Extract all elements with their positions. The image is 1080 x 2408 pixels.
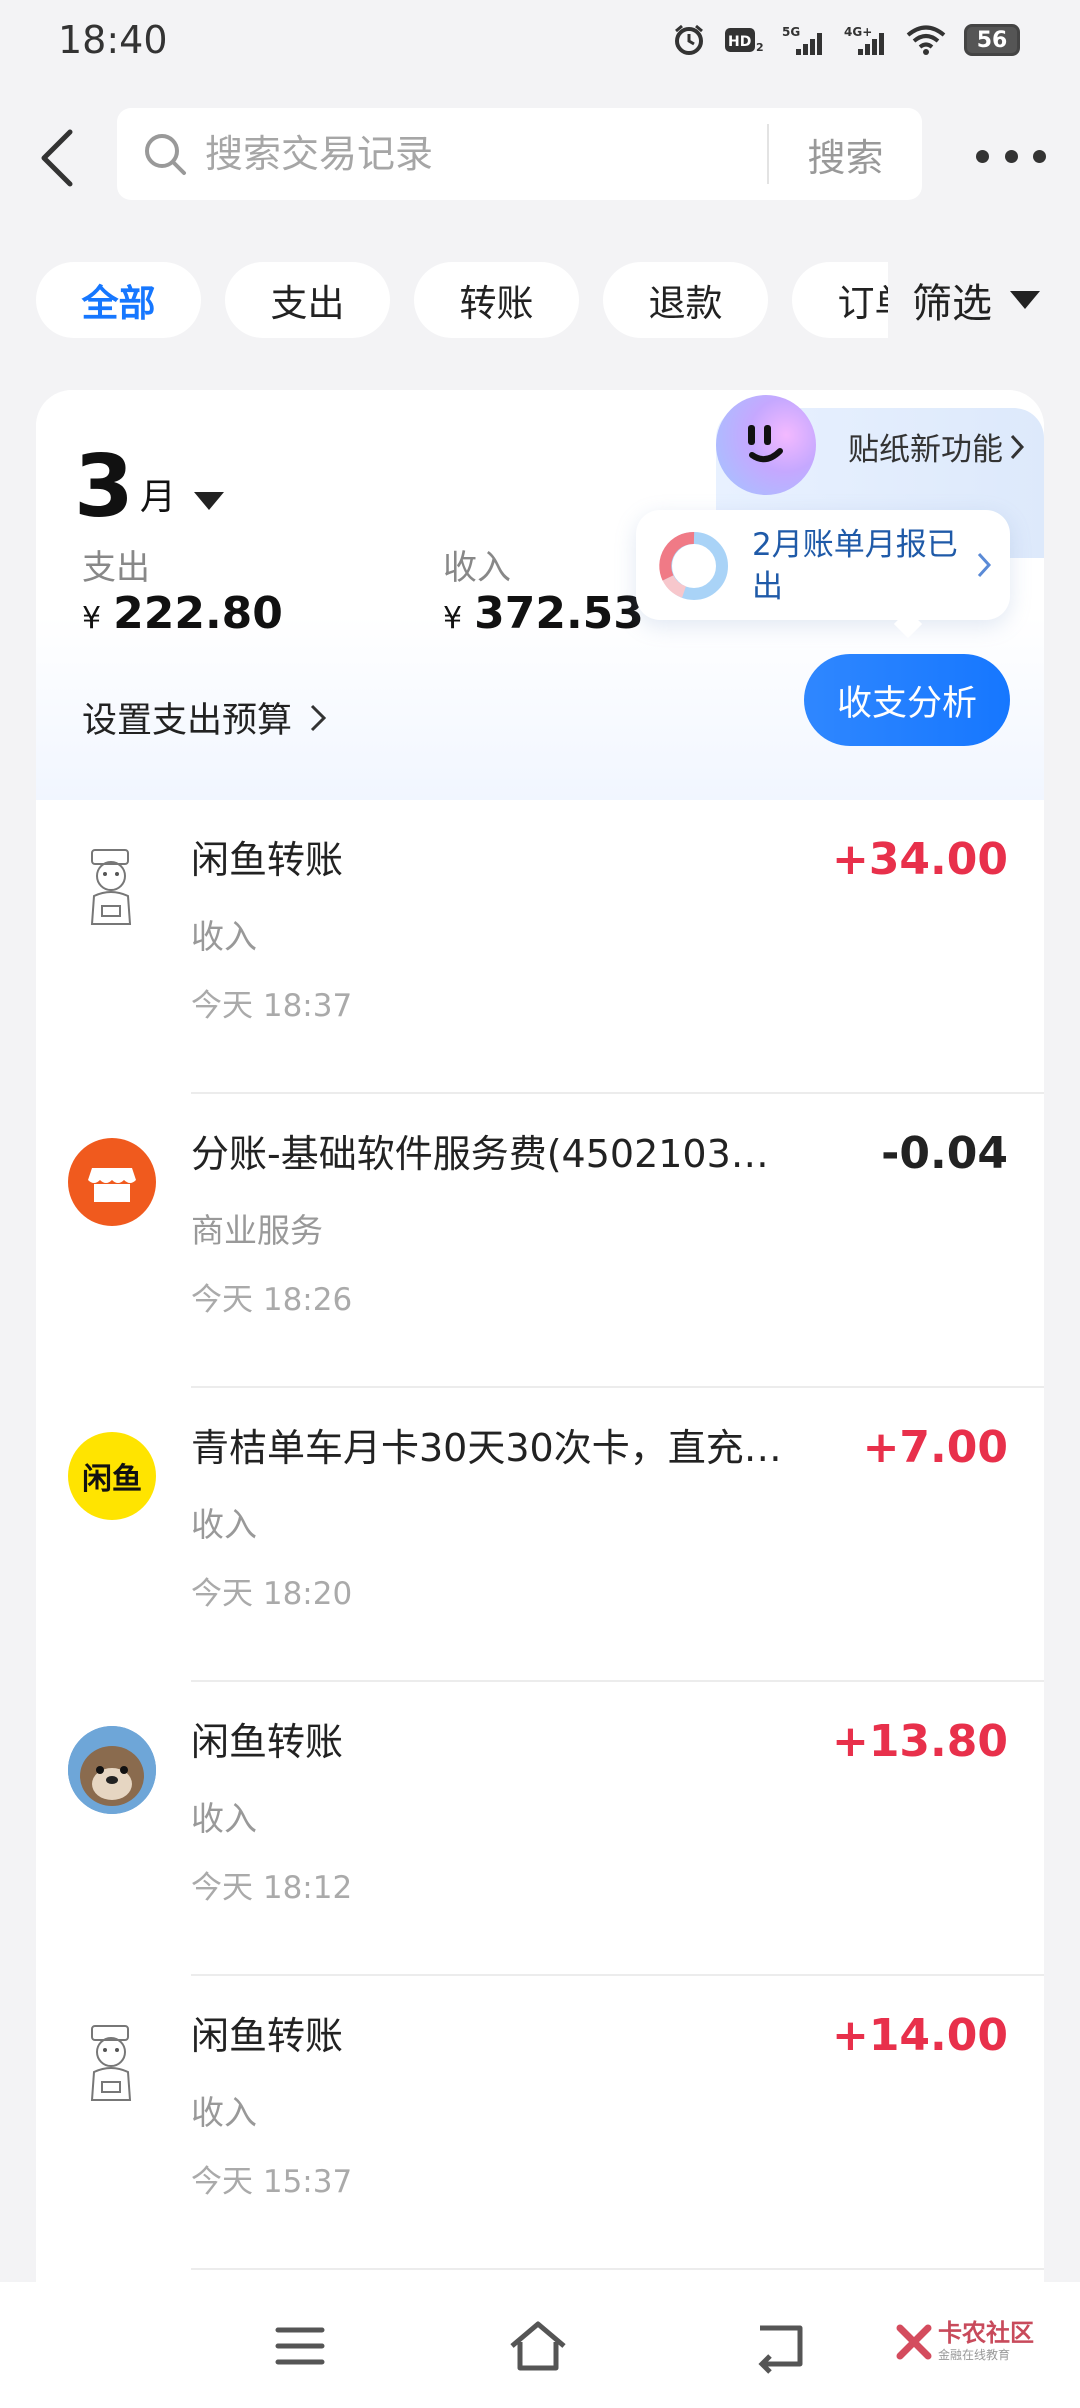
transaction-amount: +7.00 <box>862 1422 1008 1473</box>
svg-text:4G+: 4G+ <box>844 25 872 39</box>
system-nav-bar: 卡农社区 金融在线教育 <box>0 2282 1080 2408</box>
summary-section: 贴纸新功能 3 月 支出 ¥222.80 收入 ¥372.53 2月账单月报已出… <box>36 390 1044 800</box>
sticker-face-icon <box>716 395 816 495</box>
hd-icon: HD 2 <box>724 22 764 58</box>
search-icon <box>145 134 186 175</box>
transaction-amount: -0.04 <box>881 1128 1008 1179</box>
otter-photo <box>68 1726 156 1814</box>
transaction-time: 今天 18:26 <box>191 1282 353 1318</box>
xianyu-logo: 闲鱼 <box>68 1432 156 1520</box>
sketch-person-icon <box>68 844 156 932</box>
home-icon[interactable] <box>508 2318 568 2374</box>
battery-icon: 56 <box>964 24 1020 56</box>
back-arrow-icon <box>41 129 73 187</box>
chevron-right-icon <box>310 704 327 731</box>
report-ring-icon <box>659 532 728 600</box>
back-button[interactable] <box>34 126 82 190</box>
status-time: 18:40 <box>58 18 168 62</box>
filter-label: 筛选 <box>912 281 992 327</box>
transaction-row[interactable]: 分账-基础软件服务费(450210351900... -0.04 商业服务 今天… <box>36 1094 1044 1388</box>
transaction-title: 闲鱼转账 <box>191 1720 344 1764</box>
transaction-time: 今天 18:20 <box>191 1576 353 1612</box>
transaction-time: 今天 18:12 <box>191 1870 353 1906</box>
chevron-right-icon <box>1010 434 1025 459</box>
chevron-right-icon <box>977 552 992 578</box>
report-text: 2月账单月报已出 <box>752 527 958 605</box>
menu-icon[interactable] <box>270 2318 330 2374</box>
knong-logo-icon <box>896 2324 932 2359</box>
expense-total: ¥222.80 <box>82 588 283 639</box>
transaction-title: 分账-基础软件服务费(450210351900... <box>191 1132 791 1176</box>
transaction-card: 贴纸新功能 3 月 支出 ¥222.80 收入 ¥372.53 2月账单月报已出… <box>36 390 1044 2408</box>
transaction-title: 闲鱼转账 <box>191 2014 344 2058</box>
transaction-row[interactable]: 闲鱼转账 +13.80 收入 今天 18:12 <box>36 1682 1044 1976</box>
sticker-feature-link[interactable]: 贴纸新功能 <box>716 390 1044 500</box>
watermark-logo: 卡农社区 金融在线教育 <box>896 2320 1034 2363</box>
transaction-amount: +34.00 <box>831 834 1008 885</box>
transaction-category: 收入 <box>191 2093 257 2132</box>
tab-all[interactable]: 全部 <box>36 262 201 338</box>
sketch-person-icon <box>68 2020 156 2108</box>
analysis-button[interactable]: 收支分析 <box>804 654 1010 746</box>
transaction-time: 今天 18:37 <box>191 988 353 1024</box>
income-label: 收入 <box>443 548 511 588</box>
more-button[interactable] <box>976 144 1046 168</box>
transaction-time: 今天 15:37 <box>191 2164 353 2200</box>
signal-4g-icon: 4G+ <box>844 22 888 58</box>
search-input[interactable]: 搜索交易记录 <box>205 128 433 180</box>
month-selector[interactable]: 3 月 <box>74 442 224 532</box>
search-bar[interactable]: 搜索交易记录 搜索 <box>117 108 922 200</box>
search-button[interactable]: 搜索 <box>769 108 922 200</box>
search-header: 搜索交易记录 搜索 <box>0 96 1080 218</box>
back-nav-icon[interactable] <box>750 2318 810 2374</box>
income-total: ¥372.53 <box>443 588 644 639</box>
transaction-amount: +13.80 <box>831 1716 1008 1767</box>
tab-order[interactable]: 订单 <box>792 262 896 338</box>
wifi-icon <box>906 22 946 58</box>
transaction-row[interactable]: 闲鱼 青桔单车月卡30天30次卡，直充到你... +7.00 收入 今天 18:… <box>36 1388 1044 1682</box>
sticker-label: 贴纸新功能 <box>848 424 1025 469</box>
status-bar: 18:40 HD 2 5G 4G+ 56 <box>0 0 1080 84</box>
transaction-row[interactable]: 闲鱼转账 +14.00 收入 今天 15:37 <box>36 1976 1044 2270</box>
bubble-tail <box>893 609 923 639</box>
transaction-row[interactable]: 闲鱼转账 +34.00 收入 今天 18:37 <box>36 800 1044 1094</box>
row-divider <box>191 2268 1044 2270</box>
monthly-report-bubble[interactable]: 2月账单月报已出 <box>636 510 1010 639</box>
caret-down-icon <box>193 492 224 510</box>
transaction-title: 青桔单车月卡30天30次卡，直充到你... <box>191 1426 791 1470</box>
transaction-amount: +14.00 <box>831 2010 1008 2061</box>
signal-5g-icon: 5G <box>782 22 826 58</box>
month-number: 3 <box>74 437 134 537</box>
transaction-category: 收入 <box>191 1505 257 1544</box>
alarm-icon <box>672 22 706 58</box>
transaction-category: 商业服务 <box>191 1211 323 1250</box>
svg-text:5G: 5G <box>782 25 800 39</box>
transaction-category: 收入 <box>191 1799 257 1838</box>
tab-expense[interactable]: 支出 <box>225 262 390 338</box>
tab-refund[interactable]: 退款 <box>603 262 768 338</box>
svg-text:2: 2 <box>756 41 764 54</box>
month-unit: 月 <box>139 477 176 518</box>
filter-tabs: 全部 支出 转账 退款 订单 <box>36 262 896 338</box>
tab-transfer[interactable]: 转账 <box>414 262 579 338</box>
status-icons: HD 2 5G 4G+ 56 <box>672 22 1020 58</box>
svg-text:HD: HD <box>728 34 751 50</box>
transaction-category: 收入 <box>191 917 257 956</box>
shop-icon <box>68 1138 156 1226</box>
transaction-title: 闲鱼转账 <box>191 838 344 882</box>
expense-label: 支出 <box>82 548 150 588</box>
set-budget-link[interactable]: 设置支出预算 <box>82 692 328 743</box>
caret-down-icon <box>1010 291 1040 309</box>
filter-button[interactable]: 筛选 <box>888 262 1080 338</box>
